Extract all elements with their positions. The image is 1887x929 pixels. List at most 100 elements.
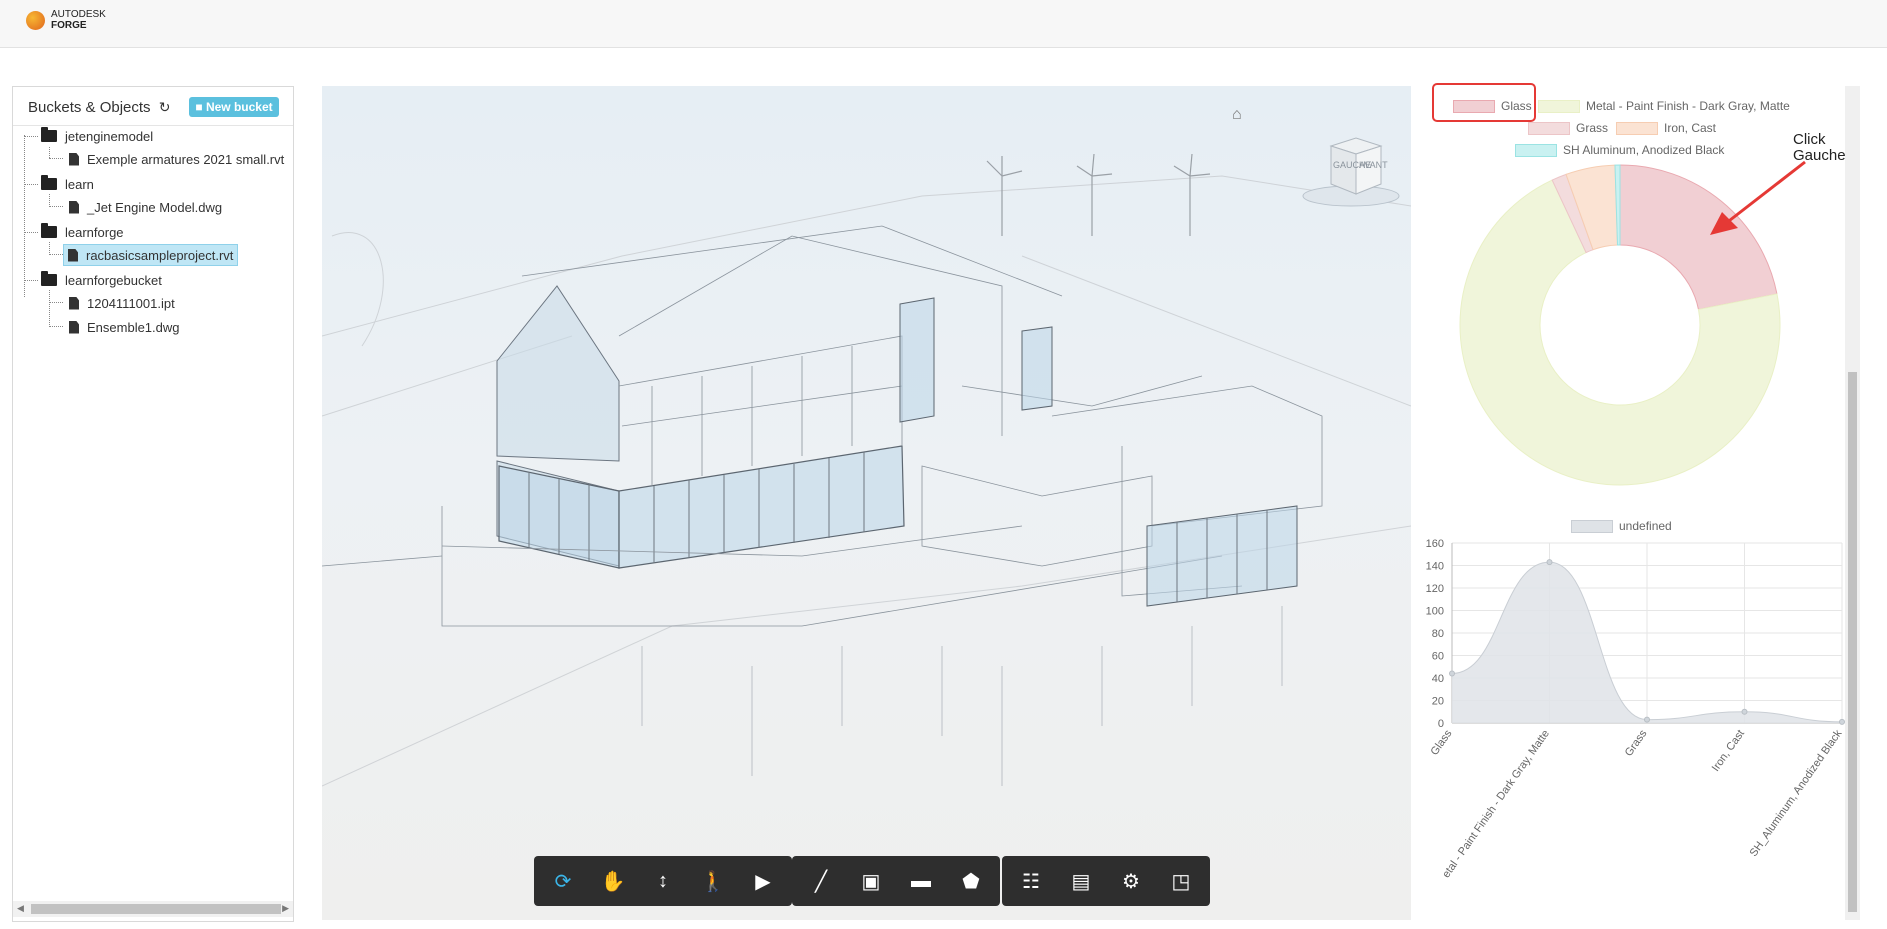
folder-open-icon <box>41 175 57 190</box>
viewcube[interactable]: GAUCHE AVANT <box>1301 126 1401 216</box>
y-tick-label: 20 <box>1432 696 1444 708</box>
file-icon <box>69 320 79 334</box>
top-bar: AUTODESK FORGE <box>0 0 1887 48</box>
first-person-icon[interactable]: 🚶 <box>688 856 738 906</box>
forge-viewer[interactable]: ⌂ GAUCHE AVANT ⟳ ✋ ↕ 🚶 ▶ ╱ ▣ ▬ ⬟ ☷ ▤ ⚙ ◳ <box>322 86 1411 920</box>
pan-icon[interactable]: ✋ <box>588 856 638 906</box>
tree-item-label: learn <box>65 176 94 192</box>
legend-swatch <box>1538 99 1580 113</box>
y-tick-label: 0 <box>1438 718 1444 730</box>
folder-icon: ■ <box>195 100 206 114</box>
tree-item-label: 1204111001.ipt <box>87 295 175 311</box>
scrollbar-thumb[interactable] <box>1848 372 1857 912</box>
folder-open-icon <box>41 223 57 238</box>
legend-swatch <box>1571 519 1613 533</box>
tree-folder-learnforgebucket[interactable]: learnforgebucket <box>41 269 162 291</box>
data-point[interactable] <box>1449 670 1455 677</box>
buckets-panel-header: Buckets & Objects ↻ ■ New bucket <box>13 87 293 126</box>
y-tick-label: 80 <box>1432 628 1444 640</box>
data-point[interactable] <box>1546 559 1553 566</box>
file-icon <box>68 248 78 262</box>
tree-file-exemple-armatures[interactable]: Exemple armatures 2021 small.rvt <box>69 148 284 170</box>
tree-horizontal-scrollbar[interactable]: ◀ ▶ <box>13 901 293 917</box>
tree-folder-jetenginemodel[interactable]: jetenginemodel <box>41 127 153 147</box>
properties-icon[interactable]: ▤ <box>1056 856 1106 906</box>
y-tick-label: 40 <box>1432 673 1444 685</box>
legend-item-aluminum[interactable]: SH Aluminum, Anodized Black <box>1515 143 1724 157</box>
new-bucket-button[interactable]: ■ New bucket <box>189 97 279 117</box>
explode-icon[interactable]: ⬟ <box>946 856 996 906</box>
y-tick-label: 60 <box>1432 651 1444 663</box>
highlight-box <box>1432 83 1536 122</box>
legend-label: Iron, Cast <box>1664 121 1717 135</box>
right-panel-scrollbar[interactable] <box>1845 86 1860 920</box>
tree-item-label: jetenginemodel <box>65 128 154 144</box>
file-icon <box>69 152 79 166</box>
camera-icon[interactable]: ▶ <box>738 856 788 906</box>
navigation-toolbar-group: ⟳ ✋ ↕ 🚶 ▶ <box>534 856 792 906</box>
forge-logo-icon <box>26 10 45 30</box>
file-icon <box>69 200 79 214</box>
callout-line2: Gauche <box>1793 147 1846 164</box>
legend-item-metal[interactable]: Metal - Paint Finish - Dark Gray, Matte <box>1538 99 1790 113</box>
legend-label: Metal - Paint Finish - Dark Gray, Matte <box>1586 99 1790 113</box>
data-point[interactable] <box>1741 708 1748 715</box>
home-icon[interactable]: ⌂ <box>1232 106 1252 126</box>
x-tick-label: Glass <box>1428 727 1454 757</box>
zoom-icon[interactable]: ↕ <box>638 856 688 906</box>
tree-item-label: Exemple armatures 2021 small.rvt <box>87 151 285 167</box>
scroll-left-icon[interactable]: ◀ <box>17 903 24 914</box>
folder-open-icon <box>41 271 57 286</box>
tree-file-jet-engine-model[interactable]: _Jet Engine Model.dwg <box>69 196 222 218</box>
tree-item-label: racbasicsampleproject.rvt <box>86 247 234 263</box>
legend-item-iron-cast[interactable]: Iron, Cast <box>1616 121 1716 135</box>
tree-file-ensemble1[interactable]: Ensemble1.dwg <box>69 316 180 338</box>
scroll-right-icon[interactable]: ▶ <box>282 903 289 914</box>
x-tick-label: Iron, Cast <box>1710 728 1747 774</box>
x-tick-label: SH_Aluminum, Anodized Black <box>1748 727 1845 859</box>
data-point[interactable] <box>1839 718 1845 725</box>
autodesk-forge-logo[interactable]: AUTODESK FORGE <box>26 9 106 31</box>
modeling-toolbar-group: ╱ ▣ ▬ ⬟ <box>792 856 1000 906</box>
legend-item-grass[interactable]: Grass <box>1528 121 1608 135</box>
tree-folder-learnforge[interactable]: learnforge <box>41 221 124 243</box>
structure-icon[interactable]: ☷ <box>1006 856 1056 906</box>
legend-swatch <box>1616 121 1658 135</box>
area-legend-item[interactable]: undefined <box>1571 519 1672 533</box>
viewcube-front-label[interactable]: AVANT <box>1359 160 1388 170</box>
fullscreen-icon[interactable]: ◳ <box>1156 856 1206 906</box>
section-icon[interactable]: ▣ <box>846 856 896 906</box>
tree-item-label: Ensemble1.dwg <box>87 319 180 335</box>
legend-swatch <box>1528 121 1570 135</box>
tree-folder-learn[interactable]: learn <box>41 173 94 195</box>
folder-open-icon <box>41 127 57 142</box>
bucket-tree: jetenginemodel Exemple armatures 2021 sm… <box>13 127 293 897</box>
tree-item-label: _Jet Engine Model.dwg <box>87 199 223 215</box>
y-tick-label: 100 <box>1426 606 1444 618</box>
legend-label: Grass <box>1576 121 1609 135</box>
settings-toolbar-group: ☷ ▤ ⚙ ◳ <box>1002 856 1210 906</box>
orbit-icon[interactable]: ⟳ <box>538 856 588 906</box>
y-tick-label: 120 <box>1426 583 1444 595</box>
tree-item-label: learnforge <box>65 224 124 240</box>
brand-bottom: FORGE <box>51 20 87 31</box>
legend-label: undefined <box>1619 519 1672 533</box>
building-model-wireframe[interactable] <box>322 86 1411 920</box>
tree-file-1204111001[interactable]: 1204111001.ipt <box>69 292 175 314</box>
measure-icon[interactable]: ╱ <box>796 856 846 906</box>
file-icon <box>69 296 79 310</box>
refresh-icon[interactable]: ↻ <box>159 99 171 116</box>
x-tick-label: etal - Paint Finish - Dark Gray, Matte <box>1440 728 1552 880</box>
y-tick-label: 140 <box>1426 561 1444 573</box>
model-browser-icon[interactable]: ▬ <box>896 856 946 906</box>
click-callout: Click Gauche <box>1793 132 1846 164</box>
x-tick-label: Grass <box>1623 727 1650 758</box>
legend-swatch <box>1515 143 1557 157</box>
scrollbar-thumb[interactable] <box>31 904 281 914</box>
data-point[interactable] <box>1644 716 1650 723</box>
settings-icon[interactable]: ⚙ <box>1106 856 1156 906</box>
buckets-panel: Buckets & Objects ↻ ■ New bucket jetengi… <box>12 86 294 922</box>
area-chart[interactable]: 0 20 40 60 80 100 120 140 160 Glassetal - Paint F… <box>1415 535 1845 900</box>
callout-line1: Click <box>1793 131 1826 148</box>
tree-file-racbasicsampleproject[interactable]: racbasicsampleproject.rvt <box>63 244 239 266</box>
